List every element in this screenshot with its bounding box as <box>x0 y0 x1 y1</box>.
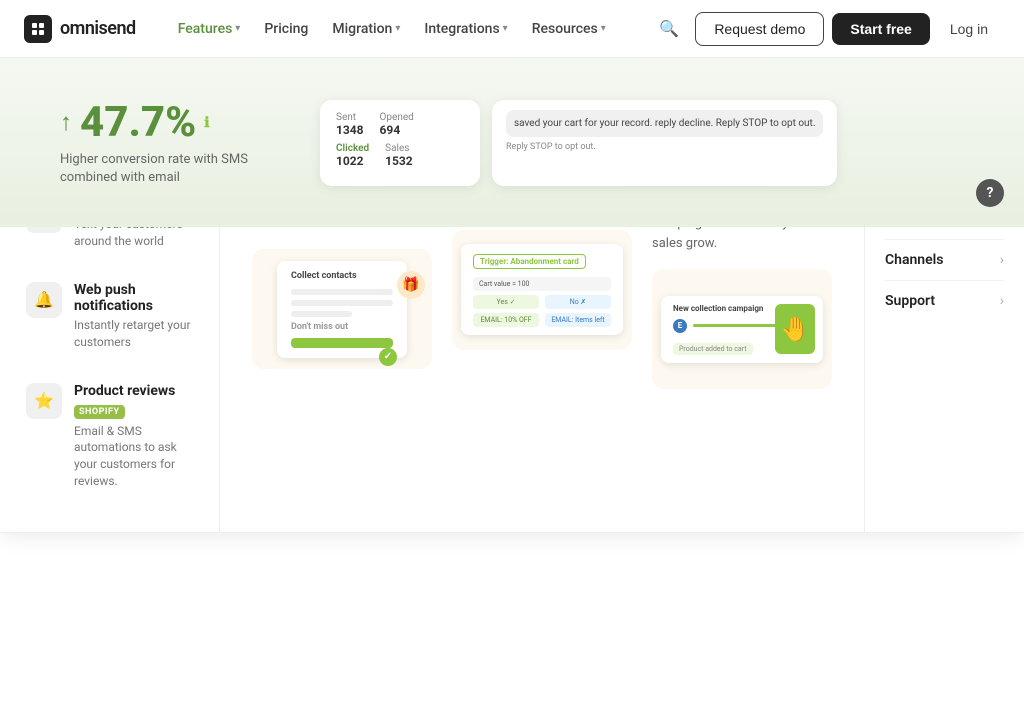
nav-links: Features ▾ Pricing Migration ▾ Integrati… <box>168 15 652 43</box>
sidebar-item-title: Product reviews <box>74 383 193 399</box>
start-free-button[interactable]: Start free <box>832 13 929 45</box>
right-link-support[interactable]: Support › <box>885 281 1004 321</box>
navigation: omnisend Features ▾ Pricing Migration ▾ … <box>0 0 1024 58</box>
sms-preview-card: saved your cart for your record. reply d… <box>492 100 837 186</box>
sales-label: Sales <box>385 143 413 154</box>
nav-actions: 🔍 Request demo Start free Log in <box>651 11 1000 47</box>
sidebar-item-desc: Instantly retarget your customers <box>74 317 193 351</box>
nav-item-resources[interactable]: Resources ▾ <box>522 15 616 43</box>
sent-label: Sent <box>336 112 364 123</box>
opened-label: Opened <box>380 112 414 123</box>
help-button[interactable]: ? <box>976 179 1004 207</box>
star-icon: ⭐ <box>26 383 62 419</box>
chevron-right-icon: › <box>1000 293 1004 309</box>
hand-icon: 🤚 <box>780 315 810 343</box>
email-channel-dot: E <box>673 319 687 333</box>
bottom-preview-cards: Sent 1348 Opened 694 Clicked 1022 Sales … <box>320 100 964 186</box>
collect-contacts-card: Collect contacts Don't miss out 🎁 ✓ <box>277 261 407 358</box>
gift-icon: 🎁 <box>397 271 425 299</box>
chevron-down-icon: ▾ <box>503 23 508 34</box>
stat-block: ↑ 47.7% ℹ Higher conversion rate with SM… <box>60 98 260 187</box>
logo-text: omnisend <box>60 18 136 39</box>
chevron-right-icon: › <box>1000 252 1004 268</box>
bottom-section: ↑ 47.7% ℹ Higher conversion rate with SM… <box>0 58 1024 227</box>
shopify-badge: SHOPIFY <box>74 405 125 419</box>
right-link-channels[interactable]: Channels › <box>885 240 1004 281</box>
campaign-stats-card: Sent 1348 Opened 694 Clicked 1022 Sales … <box>320 100 480 186</box>
clicked-value: 1022 <box>336 154 369 168</box>
step-2-image: Trigger: Abandonment card Cart value = 1… <box>452 230 632 350</box>
logo[interactable]: omnisend <box>24 15 136 43</box>
sidebar-item-title: Web push notifications <box>74 282 193 314</box>
clicked-label: Clicked <box>336 143 369 154</box>
chevron-down-icon: ▾ <box>395 23 400 34</box>
nav-item-integrations[interactable]: Integrations ▾ <box>414 15 517 43</box>
chevron-down-icon: ▾ <box>235 23 240 34</box>
opened-value: 694 <box>380 123 414 137</box>
chevron-down-icon: ▾ <box>601 23 606 34</box>
campaign-image-box: 🤚 <box>775 304 815 354</box>
logo-icon <box>24 15 52 43</box>
sms-reply: Reply STOP to opt out. <box>506 141 823 155</box>
login-button[interactable]: Log in <box>938 13 1000 45</box>
stat-arrow-icon: ↑ <box>60 108 72 137</box>
sidebar-item-desc: Email & SMS automations to ask your cust… <box>74 423 193 490</box>
automation-flow-card: Trigger: Abandonment card Cart value = 1… <box>461 244 623 335</box>
step-1-image: Collect contacts Don't miss out 🎁 ✓ <box>252 249 432 369</box>
sms-bubble: saved your cart for your record. reply d… <box>506 110 823 137</box>
sent-value: 1348 <box>336 123 364 137</box>
stat-description: Higher conversion rate with SMS combined… <box>60 151 260 187</box>
sidebar-item-product-reviews[interactable]: ⭐ Product reviews SHOPIFY Email & SMS au… <box>16 369 203 504</box>
info-icon[interactable]: ℹ <box>204 115 209 131</box>
nav-item-migration[interactable]: Migration ▾ <box>322 15 410 43</box>
nav-item-features[interactable]: Features ▾ <box>168 15 251 43</box>
stat-number: ↑ 47.7% ℹ <box>60 98 260 147</box>
request-demo-button[interactable]: Request demo <box>695 12 824 46</box>
step-3-image: New collection campaign E S Product adde… <box>652 269 832 389</box>
search-button[interactable]: 🔍 <box>651 11 687 47</box>
sales-value: 1532 <box>385 154 413 168</box>
nav-item-pricing[interactable]: Pricing <box>254 15 318 43</box>
check-icon: ✓ <box>379 348 397 366</box>
campaign-card: New collection campaign E S Product adde… <box>661 296 823 363</box>
bell-icon: 🔔 <box>26 282 62 318</box>
sidebar-item-web-push[interactable]: 🔔 Web push notifications Instantly retar… <box>16 268 203 365</box>
